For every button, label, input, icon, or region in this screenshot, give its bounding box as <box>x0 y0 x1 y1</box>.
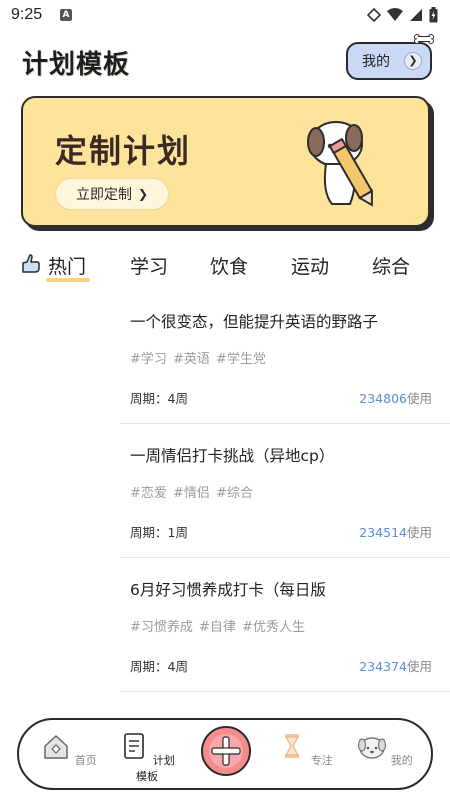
notification-icon: A <box>60 9 72 21</box>
tab-study[interactable]: 学习 <box>130 252 168 279</box>
plan-uses-count: 234806 <box>359 391 407 406</box>
battery-icon <box>429 7 438 23</box>
plan-tags: #学习 #英语 #学生党 <box>130 352 266 367</box>
nav-mine[interactable]: 我的 <box>353 732 417 768</box>
plan-title: 6月好习惯养成打卡（每日版 <box>130 581 326 599</box>
tab-hot[interactable]: 热门 <box>48 252 86 279</box>
category-tabs: 热门 学习 饮食 运动 综合 <box>0 248 450 288</box>
signal-diamond-icon <box>367 8 381 22</box>
wifi-icon <box>387 8 403 21</box>
bottom-nav: 首页 计划模板 专注 我的 <box>17 718 433 790</box>
add-plan-button[interactable] <box>201 726 251 776</box>
plan-uses: 234806使用 <box>359 388 432 407</box>
pointing-hand-icon <box>22 254 40 273</box>
signal-icon <box>410 9 422 21</box>
plus-icon <box>209 734 243 768</box>
nav-focus[interactable]: 专注 <box>273 732 337 768</box>
hourglass-icon <box>285 734 300 758</box>
status-time: 9:25 <box>11 6 43 23</box>
plan-period: 周期：1周 <box>130 525 188 540</box>
dog-face-icon <box>358 737 387 759</box>
template-icon <box>124 733 145 759</box>
plan-period: 周期：4周 <box>130 391 188 406</box>
plan-title: 一个很变态，但能提升英语的野路子 <box>130 313 379 331</box>
plan-uses-suffix: 使用 <box>406 525 432 540</box>
tab-general[interactable]: 综合 <box>372 252 410 279</box>
plan-title: 一周情侣打卡挑战（异地cp） <box>130 447 335 465</box>
chevron-right-icon: ❯ <box>404 52 422 70</box>
plan-period: 周期：4周 <box>130 659 188 674</box>
my-plans-button[interactable]: 我的 ❯ <box>346 34 434 80</box>
nav-mine-label: 我的 <box>390 754 413 767</box>
dog-with-pencil-illustration <box>307 121 373 207</box>
plan-uses-count: 234514 <box>359 525 407 540</box>
banner-title: 定制计划 <box>55 132 192 170</box>
plan-uses-suffix: 使用 <box>406 391 432 406</box>
plan-card[interactable]: 6月好习惯养成打卡（每日版 #习惯养成 #自律 #优秀人生 周期：4周 2343… <box>120 558 450 692</box>
plan-uses: 234514使用 <box>359 522 432 541</box>
nav-templates[interactable]: 计划模板 <box>115 732 179 784</box>
page-title: 计划模板 <box>22 50 131 80</box>
customize-now-button[interactable]: 立即定制 ❯ <box>55 178 169 210</box>
status-bar: 9:25 A <box>0 0 450 32</box>
plan-uses-count: 234374 <box>359 659 407 674</box>
nav-home-label: 首页 <box>74 754 97 767</box>
plan-tags: #恋爱 #情侣 #综合 <box>130 486 253 501</box>
home-icon <box>44 735 68 759</box>
plan-card[interactable]: 一个很变态，但能提升英语的野路子 #学习 #英语 #学生党 周期：4周 2348… <box>120 290 450 424</box>
tab-sport[interactable]: 运动 <box>291 252 329 279</box>
nav-home[interactable]: 首页 <box>37 732 101 768</box>
status-icons <box>367 7 438 23</box>
plan-uses: 234374使用 <box>359 656 432 675</box>
plan-card[interactable]: 一周情侣打卡挑战（异地cp） #恋爱 #情侣 #综合 周期：1周 234514使… <box>120 424 450 558</box>
nav-focus-label: 专注 <box>310 754 333 767</box>
my-plans-label: 我的 <box>362 54 390 70</box>
customize-now-label: 立即定制 <box>75 187 132 203</box>
custom-plan-banner[interactable]: 定制计划 立即定制 ❯ <box>21 96 430 227</box>
chevron-right-icon: ❯ <box>137 187 149 201</box>
tab-diet[interactable]: 饮食 <box>210 252 248 279</box>
plan-tags: #习惯养成 #自律 #优秀人生 <box>130 620 305 635</box>
plan-uses-suffix: 使用 <box>406 659 432 674</box>
bone-icon <box>414 34 434 44</box>
tab-active-indicator <box>46 278 90 282</box>
